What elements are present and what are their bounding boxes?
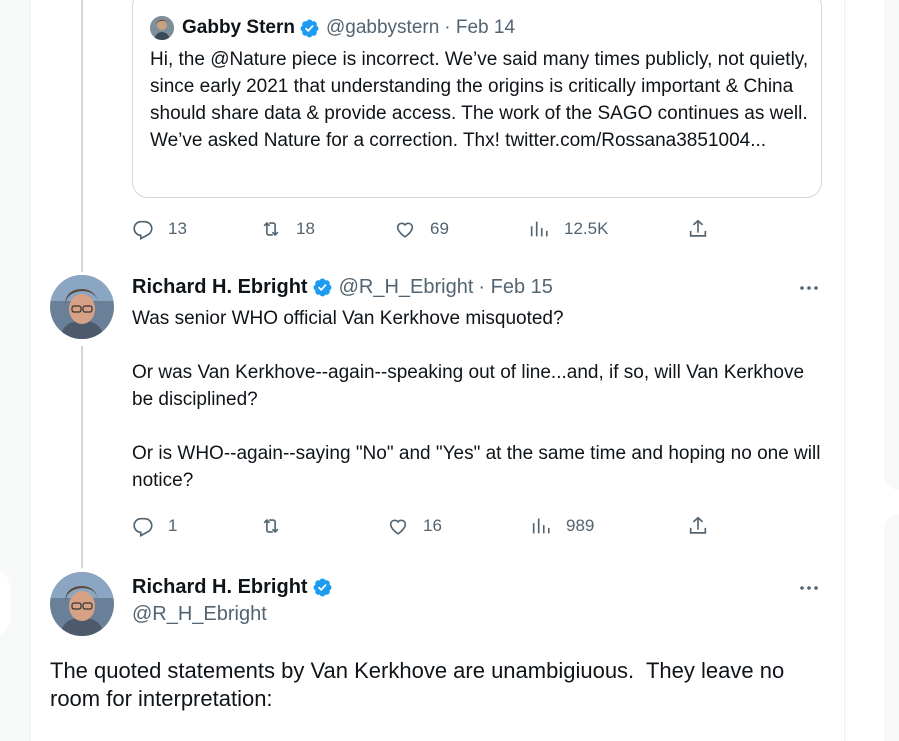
- reply-icon: [133, 220, 153, 240]
- author-name[interactable]: Gabby Stern: [182, 17, 295, 39]
- reply-icon: [133, 517, 153, 537]
- tweet-header: Richard H. Ebright @R_H_Ebright · Feb 15: [132, 276, 553, 299]
- verified-badge-icon: [300, 19, 319, 37]
- quoted-tweet-card[interactable]: Gabby Stern @gabbystern · Feb 14 Hi, the…: [132, 0, 822, 198]
- avatar[interactable]: [150, 16, 174, 40]
- reply-count: 1: [168, 516, 178, 535]
- more-icon: [800, 286, 818, 290]
- heart-icon: [389, 519, 407, 535]
- share-icon: [689, 219, 707, 237]
- tweet-action-bar: 1 16 989: [132, 511, 722, 541]
- views-count: 989: [566, 516, 595, 535]
- retweet-icon: [263, 518, 279, 534]
- tweet-header: Richard H. Ebright: [132, 576, 339, 599]
- tweet-date[interactable]: · Feb 15: [478, 276, 552, 299]
- retweet-icon: [263, 221, 279, 237]
- share-button[interactable]: [687, 214, 723, 244]
- retweet-count: 18: [296, 219, 315, 238]
- tweet-date[interactable]: · Feb 14: [444, 17, 515, 39]
- like-button[interactable]: 69: [394, 214, 449, 244]
- views-button[interactable]: 989: [530, 511, 594, 541]
- tweet-text: Was senior WHO official Van Kerkhove mis…: [132, 308, 821, 491]
- avatar[interactable]: [50, 572, 114, 636]
- views-icon: [530, 221, 548, 237]
- views-button[interactable]: 12.5K: [528, 214, 608, 244]
- tweet-action-bar: 13 18 69 12.5K: [132, 214, 722, 244]
- quoted-tweet-text: Hi, the @Nature piece is incorrect. We’v…: [150, 49, 814, 151]
- more-icon: [800, 586, 818, 590]
- avatar[interactable]: [50, 275, 114, 339]
- author-handle[interactable]: @R_H_Ebright: [339, 276, 474, 299]
- right-card-edge: [884, 514, 899, 741]
- thread-connector-line: [81, 346, 83, 568]
- focused-tweet-text: The quoted statements by Van Kerkhove ar…: [50, 658, 791, 711]
- right-panel-edge: [884, 0, 899, 490]
- share-icon: [689, 516, 707, 534]
- author-name[interactable]: Richard H. Ebright: [132, 576, 308, 599]
- author-handle[interactable]: @R_H_Ebright: [132, 603, 267, 626]
- reply-count: 13: [168, 219, 187, 238]
- author-handle-row: @R_H_Ebright: [132, 603, 267, 626]
- like-count: 16: [423, 516, 442, 535]
- reply-button[interactable]: 13: [132, 214, 187, 244]
- avatar-image: [50, 572, 114, 636]
- share-button[interactable]: [687, 511, 723, 541]
- more-options-button[interactable]: [795, 278, 823, 298]
- heart-icon: [396, 222, 414, 238]
- retweet-button[interactable]: [260, 511, 296, 541]
- verified-badge-icon: [313, 578, 332, 597]
- views-icon: [532, 518, 550, 534]
- more-options-button[interactable]: [795, 578, 823, 598]
- thread-connector-line: [81, 0, 83, 272]
- author-name[interactable]: Richard H. Ebright: [132, 276, 308, 299]
- like-count: 69: [430, 219, 449, 238]
- avatar-image: [50, 275, 114, 339]
- views-count: 12.5K: [564, 219, 609, 238]
- verified-badge-icon: [313, 278, 332, 297]
- quoted-tweet-header: Gabby Stern @gabbystern · Feb 14: [150, 16, 515, 40]
- retweet-button[interactable]: 18: [260, 214, 315, 244]
- author-handle[interactable]: @gabbystern: [326, 17, 439, 39]
- reply-button[interactable]: 1: [132, 511, 177, 541]
- like-button[interactable]: 16: [387, 511, 442, 541]
